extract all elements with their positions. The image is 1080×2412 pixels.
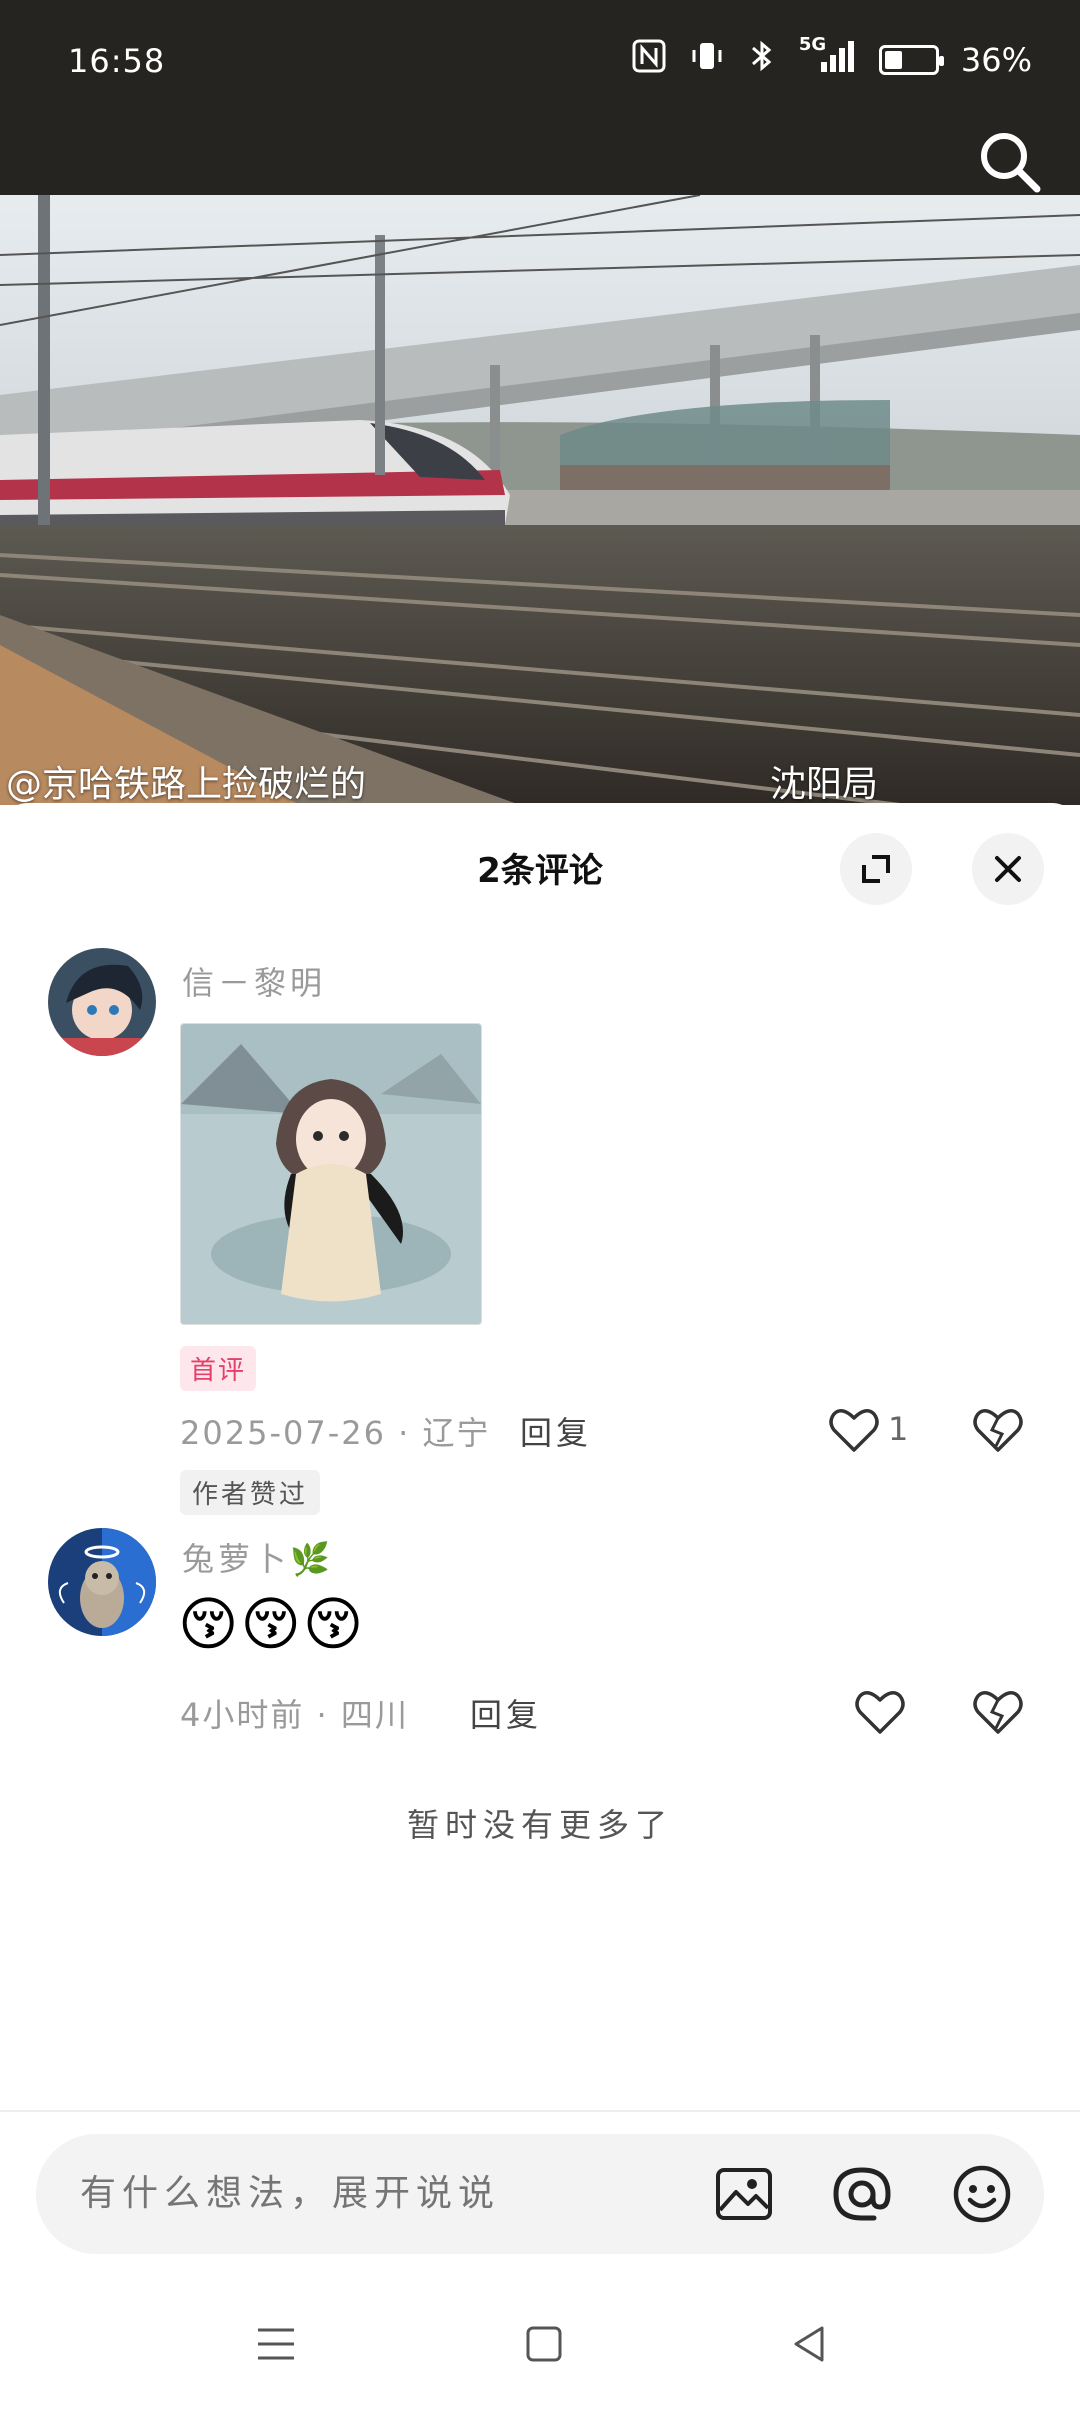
battery-icon xyxy=(878,45,944,75)
search-button[interactable] xyxy=(976,128,1044,196)
status-bar: 16:58 5G 36% xyxy=(0,0,1080,195)
battery-level xyxy=(884,51,902,69)
comment-count-title: 2条评论 xyxy=(477,851,603,891)
back-triangle-icon xyxy=(794,2326,824,2362)
video-location-watermark: 沈阳局 xyxy=(770,764,879,805)
status-time: 16:58 xyxy=(68,42,166,80)
search-icon xyxy=(981,133,1041,193)
network-type: 5G xyxy=(798,34,827,55)
comment-input[interactable] xyxy=(78,2172,722,2215)
reply-button[interactable]: 回复 xyxy=(470,1690,542,1736)
menu-nav-button[interactable] xyxy=(252,2320,300,2368)
video-author-watermark: @京哈铁路上捡破烂的 xyxy=(6,764,367,805)
vibrate-icon xyxy=(689,38,725,82)
like-button[interactable] xyxy=(852,1684,908,1740)
emoji-icon xyxy=(953,2165,1011,2223)
emoji-button[interactable] xyxy=(950,2162,1014,2226)
home-nav-button[interactable] xyxy=(520,2320,568,2368)
like-button[interactable] xyxy=(826,1402,882,1458)
close-button[interactable] xyxy=(972,833,1044,905)
back-nav-button[interactable] xyxy=(786,2320,834,2368)
first-comment-badge: 首评 xyxy=(180,1346,257,1391)
comment-username[interactable]: 兔萝卜🌿 xyxy=(182,1534,334,1580)
comment-image[interactable] xyxy=(180,1023,482,1325)
comment-username[interactable]: 信－黎明 xyxy=(182,958,326,1004)
system-nav-bar xyxy=(0,2280,1080,2412)
author-liked-badge: 作者赞过 xyxy=(180,1470,321,1515)
no-more-comments: 暂时没有更多了 xyxy=(406,1806,673,1844)
home-square-icon xyxy=(526,2326,562,2362)
image-icon xyxy=(716,2168,772,2220)
broken-heart-icon xyxy=(973,1409,1023,1452)
avatar[interactable] xyxy=(48,1528,156,1636)
mention-button[interactable] xyxy=(830,2162,894,2226)
at-icon xyxy=(833,2167,891,2221)
heart-outline-icon xyxy=(829,1409,879,1452)
image-button[interactable] xyxy=(712,2162,776,2226)
broken-heart-icon xyxy=(973,1691,1023,1734)
dislike-button[interactable] xyxy=(970,1402,1026,1458)
menu-icon xyxy=(258,2328,294,2360)
status-icons: 5G 36% xyxy=(631,34,1032,82)
heart-outline-icon xyxy=(855,1691,905,1734)
nfc-icon xyxy=(631,38,667,82)
video-player[interactable]: @京哈铁路上捡破烂的 沈阳局 xyxy=(0,195,1080,805)
avatar[interactable] xyxy=(48,948,156,1056)
bluetooth-icon xyxy=(747,38,777,82)
expand-icon xyxy=(862,855,890,883)
comment-emoji-text: 😚😚😚 xyxy=(178,1590,366,1658)
close-icon xyxy=(995,856,1021,882)
comment-meta: 2025-07-26 · 辽宁 xyxy=(180,1414,491,1452)
comment-meta: 4小时前 · 四川 xyxy=(180,1696,409,1734)
dislike-button[interactable] xyxy=(970,1684,1026,1740)
video-frame-train-station xyxy=(0,195,1080,805)
divider xyxy=(0,2110,1080,2112)
reply-button[interactable]: 回复 xyxy=(520,1408,592,1454)
expand-button[interactable] xyxy=(840,833,912,905)
comment-input-bar[interactable] xyxy=(36,2134,1044,2254)
like-count: 1 xyxy=(888,1410,909,1448)
signal-icon: 5G xyxy=(799,34,857,82)
battery-percent: 36% xyxy=(960,41,1032,79)
